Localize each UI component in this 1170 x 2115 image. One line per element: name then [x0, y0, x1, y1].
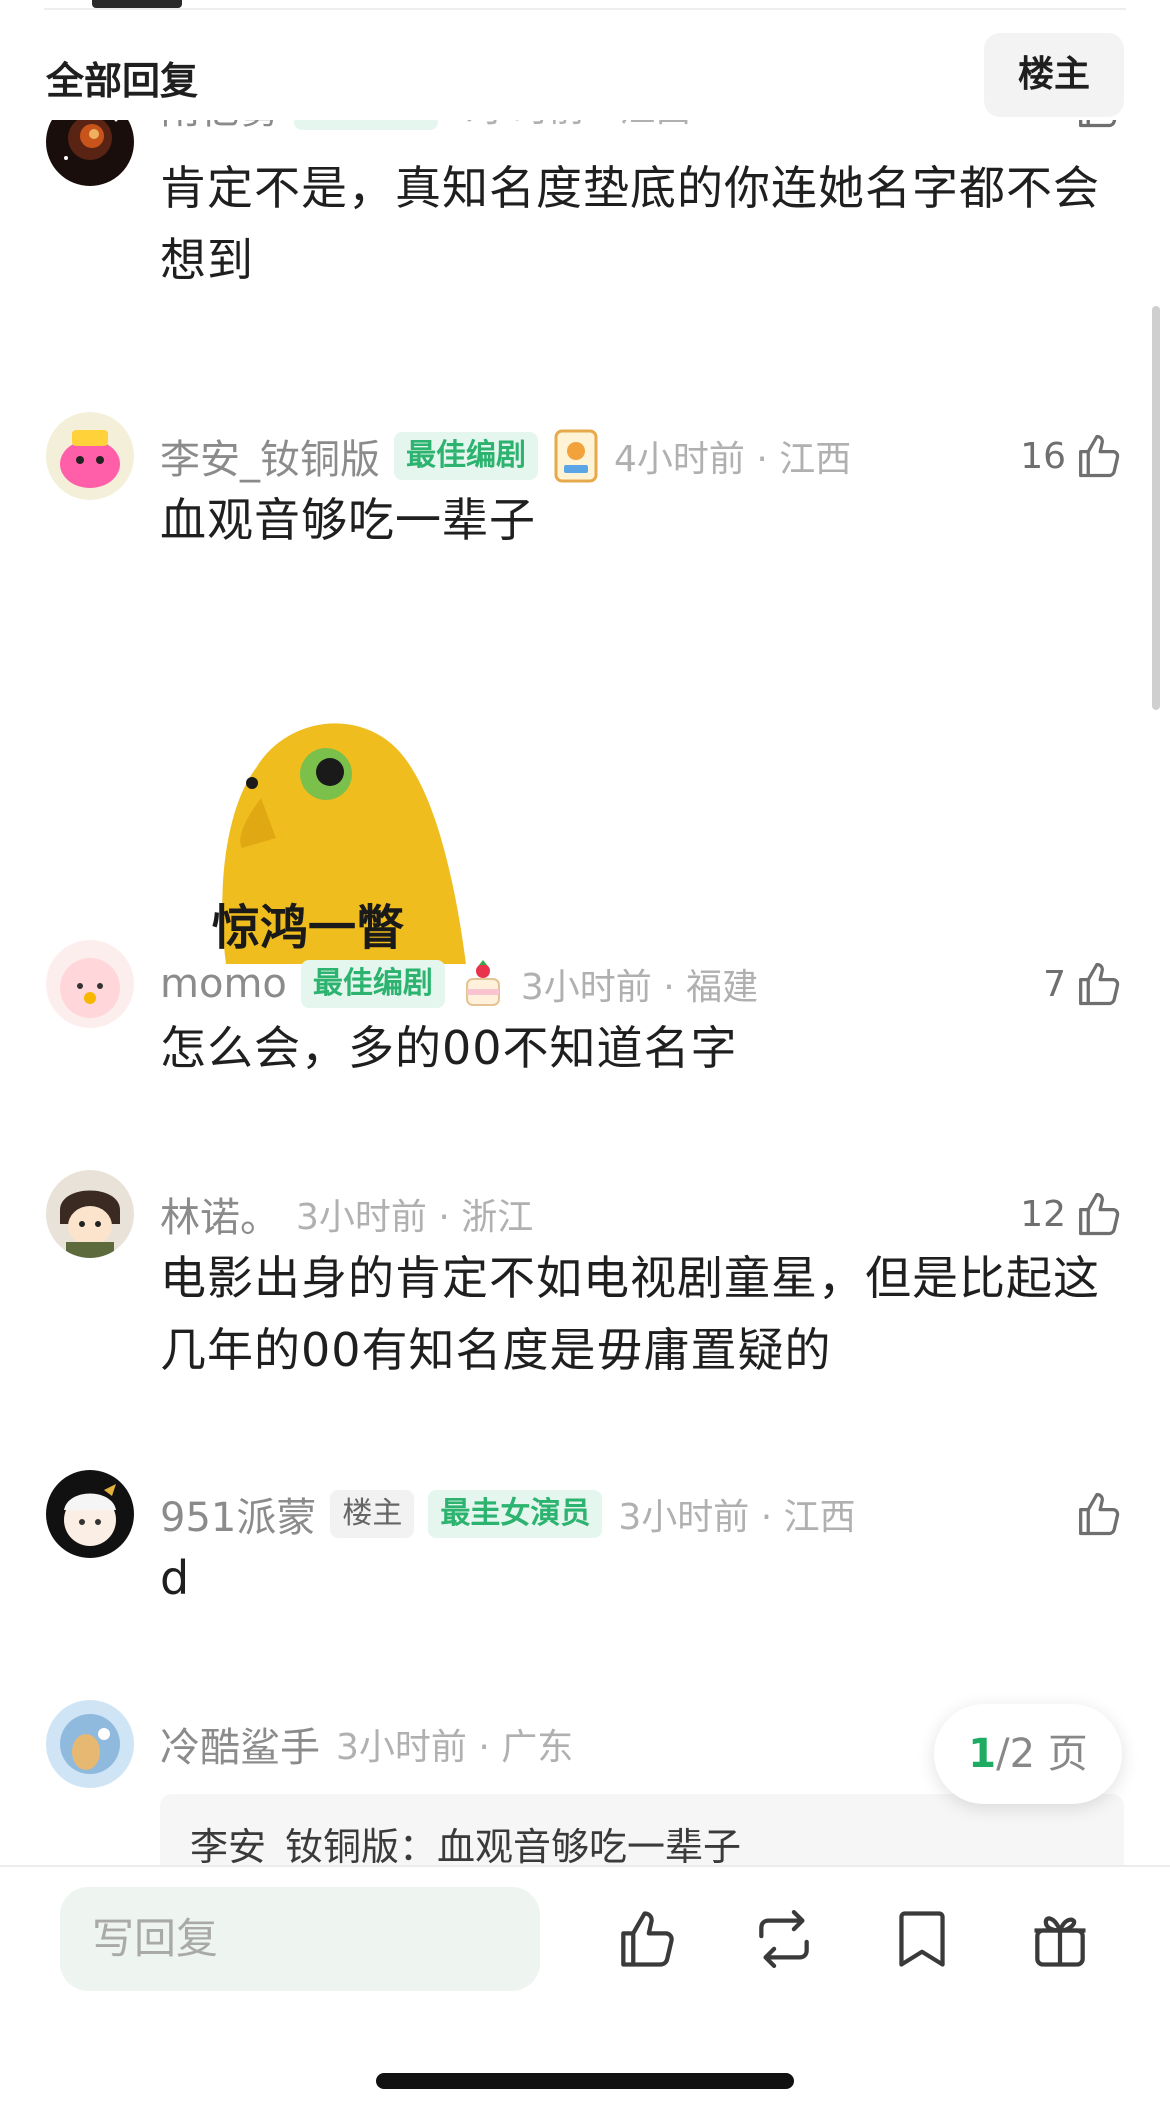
cake-medal-icon — [465, 960, 500, 1006]
avatar[interactable] — [46, 1470, 134, 1558]
title-badge: 最佳编剧 — [394, 432, 538, 480]
time-location: 3小时前 · 广东 — [336, 1727, 574, 1768]
like-button[interactable]: 7 — [1043, 958, 1124, 1010]
comment-text: 怎么会，多的00不知道名字 — [160, 1021, 738, 1075]
avatar[interactable] — [46, 1700, 134, 1788]
avatar[interactable] — [46, 1170, 134, 1258]
like-button[interactable]: 31 — [1020, 120, 1124, 132]
thumb-up-icon — [1079, 962, 1120, 1006]
avatar[interactable] — [46, 412, 134, 500]
thumb-up-icon — [1079, 1192, 1120, 1236]
avatar[interactable] — [46, 940, 134, 1028]
current-page: 1 — [968, 1731, 997, 1777]
username[interactable]: 李安_钕铜版 — [160, 427, 380, 485]
medal-icon — [554, 429, 598, 483]
title-badge: 最圭女演员 — [428, 1490, 603, 1538]
like-button[interactable]: 16 — [1020, 430, 1124, 482]
scrollbar[interactable] — [1152, 306, 1160, 710]
home-indicator[interactable] — [376, 2073, 794, 2089]
op-only-filter-button[interactable]: 楼主 — [984, 33, 1124, 117]
username[interactable]: 林诺。 — [160, 1185, 280, 1243]
like-count: 16 — [1020, 435, 1066, 477]
thumb-up-icon[interactable] — [612, 1905, 680, 1973]
op-badge: 楼主 — [330, 1490, 415, 1538]
title-badge: 最佳编剧 — [300, 960, 445, 1008]
username[interactable]: 951派蒙 — [160, 1485, 316, 1543]
time-location: 4小时前 · 江西 — [454, 120, 691, 132]
thumb-up-icon — [1079, 1492, 1120, 1536]
time-location: 3小时前 · 浙江 — [296, 1197, 534, 1238]
username[interactable]: 冷酷鲨手 — [160, 1715, 320, 1773]
username[interactable]: 雨忆雾 — [160, 120, 280, 135]
top-divider — [44, 8, 1126, 10]
thumb-up-icon — [1079, 434, 1120, 478]
comment-text: d — [160, 1551, 191, 1605]
bottom-action-bar: 写回复 — [0, 1865, 1170, 2115]
bookmark-icon[interactable] — [888, 1905, 956, 1973]
comment-text: 血观音够吃一辈子 — [160, 493, 536, 547]
quoted-username: 李安_钕铜版： — [190, 1825, 438, 1865]
repost-icon[interactable] — [750, 1905, 818, 1973]
like-count: 12 — [1020, 1193, 1066, 1235]
like-count: 7 — [1043, 963, 1066, 1005]
thumb-up-icon — [1079, 120, 1117, 128]
reply-header: 全部回复 楼主 — [0, 30, 1170, 120]
like-button[interactable] — [1066, 1488, 1124, 1540]
comment-text: 电影出身的肯定不如电视剧童星，但是比起这几年的00有知名度是毋庸置疑的 — [160, 1251, 1100, 1377]
reply-input[interactable]: 写回复 — [60, 1887, 540, 1991]
username[interactable]: momo — [160, 961, 287, 1007]
time-location: 3小时前 · 江西 — [618, 1497, 856, 1538]
avatar[interactable] — [46, 120, 134, 186]
top-tab-indicator — [92, 0, 182, 8]
comment-list[interactable]: 雨忆雾 最佳编剧 4小时前 · 江西 31 肯定不是，真知名度垫底的你连她名字都… — [0, 120, 1170, 1865]
quoted-reply[interactable]: 李安_钕铜版：血观音够吃一辈子 — [160, 1794, 1124, 1865]
comment-text: 肯定不是，真知名度垫底的你连她名字都不会想到 — [160, 161, 1100, 287]
time-location: 3小时前 · 福建 — [520, 967, 759, 1008]
like-button[interactable]: 12 — [1020, 1188, 1124, 1240]
title-badge: 最佳编剧 — [294, 120, 438, 130]
time-location: 4小时前 · 江西 — [614, 439, 852, 480]
all-replies-title: 全部回复 — [46, 59, 199, 103]
gift-icon[interactable] — [1026, 1905, 1094, 1973]
page-indicator-button[interactable]: 1/2 页 — [934, 1704, 1122, 1804]
total-pages: /2 页 — [996, 1731, 1088, 1777]
quoted-text: 血观音够吃一辈子 — [437, 1825, 742, 1865]
like-count: 31 — [1020, 120, 1066, 127]
meme-image[interactable]: 惊鸿一瞥 — [166, 688, 482, 964]
meme-caption: 惊鸿一瞥 — [212, 900, 405, 956]
